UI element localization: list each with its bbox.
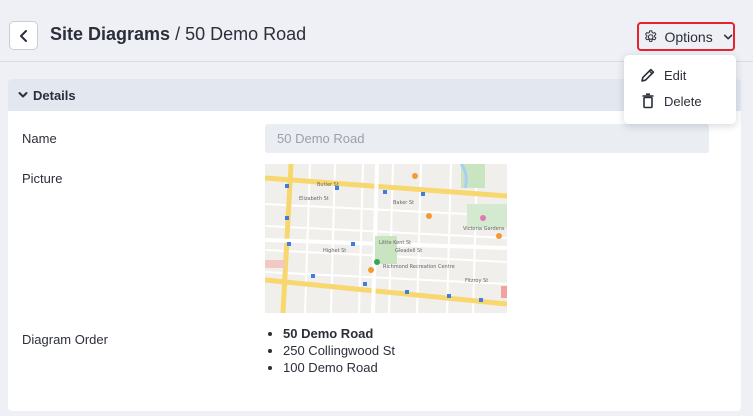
chevron-down-icon: [18, 92, 28, 98]
details-section-title: Details: [33, 87, 76, 103]
chevron-down-icon: [723, 34, 733, 39]
map-street-label: Victoria Gardens: [463, 226, 505, 232]
options-button[interactable]: Options: [637, 22, 735, 51]
options-label: Options: [664, 28, 713, 45]
map-street-label: Little Kent St: [379, 240, 411, 246]
map-street-label: Fitzroy St: [465, 278, 488, 284]
list-item: 250 Collingwood St: [283, 342, 395, 359]
back-button[interactable]: [9, 21, 38, 50]
name-label: Name: [22, 131, 57, 146]
page-title: Site Diagrams / 50 Demo Road: [50, 24, 306, 45]
chevron-left-icon: [19, 29, 27, 42]
map-street-label: Baker St: [393, 200, 414, 206]
map-street-label: Highet St: [323, 248, 346, 254]
site-picture: Butler St Elizabeth St Baker St Victoria…: [265, 164, 507, 313]
pencil-icon: [641, 68, 655, 82]
menu-item-label: Edit: [664, 67, 687, 83]
map-street-label: Elizabeth St: [299, 196, 329, 202]
map-street-label: Butler St: [317, 182, 339, 188]
options-menu: Edit Delete: [624, 55, 736, 124]
breadcrumb-current: 50 Demo Road: [185, 24, 307, 44]
menu-item-edit[interactable]: Edit: [640, 67, 686, 83]
list-item: 100 Demo Road: [283, 359, 395, 376]
map-street-label: Richmond Recreation Centre: [383, 264, 455, 270]
name-field[interactable]: [265, 124, 709, 153]
picture-label: Picture: [22, 171, 63, 186]
menu-item-delete[interactable]: Delete: [640, 93, 702, 109]
trash-icon: [642, 93, 654, 109]
list-item: 50 Demo Road: [283, 325, 395, 342]
diagram-order-label: Diagram Order: [22, 332, 108, 347]
details-panel: Details Name Picture: [8, 79, 741, 411]
breadcrumb-separator: /: [170, 24, 186, 44]
breadcrumb-parent[interactable]: Site Diagrams: [50, 24, 170, 44]
menu-item-label: Delete: [664, 93, 702, 109]
diagram-order-list: 50 Demo Road 250 Collingwood St 100 Demo…: [283, 325, 395, 376]
map-street-label: Gleadell St: [395, 248, 422, 254]
page-header: Site Diagrams / 50 Demo Road Options: [0, 0, 753, 62]
gear-icon: [645, 29, 657, 42]
